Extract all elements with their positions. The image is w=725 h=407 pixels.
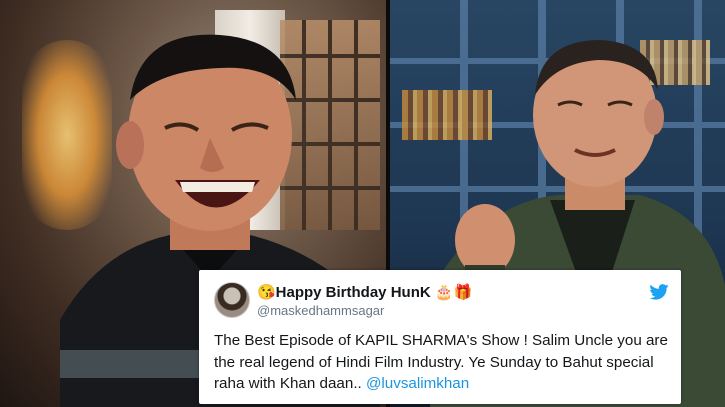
- tweet-display-name[interactable]: 😘Happy Birthday HunK 🎂🎁: [257, 283, 472, 301]
- tweet-handle[interactable]: @maskedhammsagar: [257, 303, 384, 318]
- avatar[interactable]: [214, 282, 250, 318]
- twitter-bird-icon[interactable]: [649, 284, 669, 300]
- meme-image: 😘Happy Birthday HunK 🎂🎁 @maskedhammsagar…: [0, 0, 725, 407]
- tweet-card[interactable]: 😘Happy Birthday HunK 🎂🎁 @maskedhammsagar…: [199, 270, 681, 404]
- tweet-text: The Best Episode of KAPIL SHARMA's Show …: [214, 330, 674, 395]
- tweet-mention-link[interactable]: @luvsalimkhan: [366, 375, 469, 392]
